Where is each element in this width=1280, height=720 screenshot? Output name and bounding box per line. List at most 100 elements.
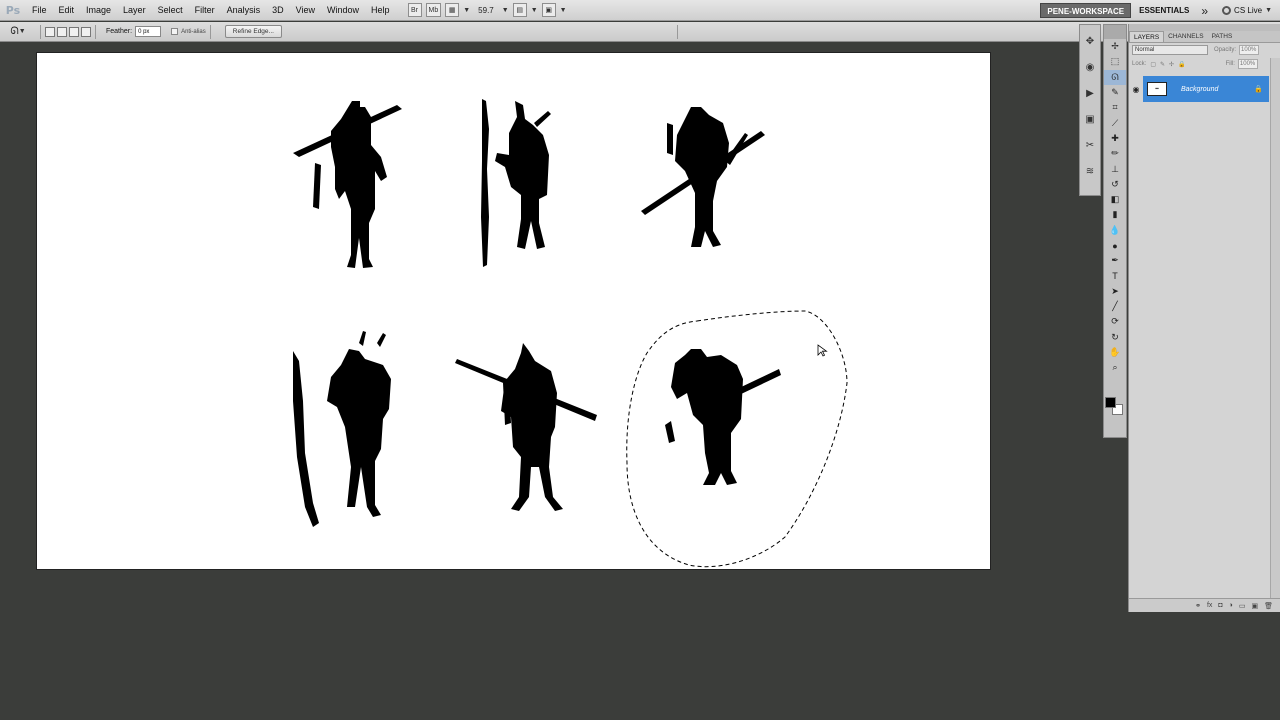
- canvas-artwork: [293, 99, 848, 568]
- menu-window[interactable]: Window: [321, 0, 365, 21]
- chevron-down-icon[interactable]: ▼: [531, 7, 538, 14]
- history-icon[interactable]: ▣: [1080, 109, 1100, 129]
- layers-panel-tabs: LAYERS CHANNELS PATHS: [1129, 31, 1280, 43]
- healing-brush-tool-icon[interactable]: ✚: [1104, 131, 1126, 146]
- lasso-tool-icon[interactable]: ᘏ: [1104, 69, 1126, 85]
- add-to-selection-icon[interactable]: [57, 26, 67, 37]
- move-tool-icon[interactable]: ✢: [1104, 39, 1126, 54]
- tools-panel-header[interactable]: [1104, 25, 1126, 39]
- path-selection-tool-icon[interactable]: ➤: [1104, 284, 1126, 299]
- feather-input[interactable]: 0 px: [135, 26, 162, 37]
- brushes-icon[interactable]: ✂: [1080, 135, 1100, 155]
- eye-icon[interactable]: ◉: [1129, 76, 1143, 102]
- layers-panel-footer: ⚭ fx ◘ ◑ ▭ ▣ 🗑: [1129, 598, 1280, 612]
- layers-panel-header[interactable]: [1129, 24, 1280, 31]
- more-workspaces-icon[interactable]: »: [1201, 4, 1208, 18]
- workspace-pene-button[interactable]: PENE-WORKSPACE: [1040, 3, 1132, 18]
- menu-image[interactable]: Image: [80, 0, 117, 21]
- hand-tool-icon[interactable]: ✋: [1104, 345, 1126, 360]
- layer-row-background[interactable]: ◉ ▪▪ Background 🔒: [1129, 76, 1269, 102]
- menu-view[interactable]: View: [290, 0, 321, 21]
- anti-alias-checkbox[interactable]: [171, 28, 179, 35]
- navigator-icon[interactable]: ◉: [1080, 57, 1100, 77]
- clone-stamp-tool-icon[interactable]: ⊥: [1104, 161, 1126, 176]
- document-canvas[interactable]: [36, 52, 991, 570]
- new-layer-icon[interactable]: ▣: [1251, 602, 1258, 610]
- refine-edge-button[interactable]: Refine Edge...: [224, 25, 282, 38]
- chevron-down-icon[interactable]: ▼: [502, 7, 509, 14]
- divider: [40, 24, 41, 39]
- chevron-down-icon[interactable]: ▼: [463, 7, 470, 14]
- quick-select-tool-icon[interactable]: ✎: [1104, 85, 1126, 100]
- view-extras-icon[interactable]: ▦: [445, 3, 460, 17]
- foreground-color-swatch[interactable]: [1105, 397, 1116, 408]
- gradient-tool-icon[interactable]: ▮: [1104, 207, 1126, 222]
- menu-edit[interactable]: Edit: [53, 0, 81, 21]
- link-layers-icon[interactable]: ⚭: [1195, 602, 1201, 610]
- history-brush-tool-icon[interactable]: ↺: [1104, 177, 1126, 192]
- trash-icon[interactable]: 🗑: [1264, 602, 1273, 610]
- subtract-from-selection-icon[interactable]: [69, 26, 79, 37]
- workspace-essentials-button[interactable]: ESSENTIALS: [1139, 6, 1189, 15]
- opacity-input[interactable]: 100%: [1239, 45, 1260, 55]
- new-group-icon[interactable]: ▭: [1239, 602, 1246, 610]
- line-tool-icon[interactable]: ╱: [1104, 299, 1126, 314]
- 3d-rotate-tool-icon[interactable]: ⟳: [1104, 314, 1126, 329]
- chevron-down-icon: ▼: [1265, 7, 1272, 14]
- eyedropper-tool-icon[interactable]: ⟋: [1104, 115, 1126, 130]
- new-selection-icon[interactable]: [45, 26, 55, 37]
- lock-row: Lock: ▢ ✎ ✢ 🔒 Fill: 100%: [1129, 57, 1280, 71]
- actions-icon[interactable]: ▶: [1080, 83, 1100, 103]
- lock-position-icon[interactable]: ✢: [1169, 61, 1174, 68]
- tool-preset-picker[interactable]: ᘏ ▼: [0, 26, 36, 37]
- menu-select[interactable]: Select: [152, 0, 189, 21]
- intersect-selection-icon[interactable]: [81, 26, 91, 37]
- type-tool-icon[interactable]: T: [1104, 268, 1126, 283]
- eraser-tool-icon[interactable]: ◧: [1104, 192, 1126, 207]
- tools-panel: ✢ ⬚ ᘏ ✎ ⌗ ⟋ ✚ ✏ ⊥ ↺ ◧ ▮ 💧 ● ✒ T ➤ ╱ ⟳ ↻ …: [1103, 24, 1127, 438]
- divider: [677, 25, 678, 39]
- divider: [209, 24, 211, 39]
- layer-style-icon[interactable]: fx: [1207, 602, 1212, 609]
- crop-tool-icon[interactable]: ⌗: [1104, 100, 1126, 115]
- adjustment-layer-icon[interactable]: ◑: [1229, 602, 1233, 609]
- application-bar-tools: Br Mb ▦ ▼ 59.7 ▼ ▤ ▼ ▣ ▼: [407, 3, 567, 17]
- lock-all-icon[interactable]: 🔒: [1178, 61, 1185, 68]
- tool-presets-icon[interactable]: ✥: [1080, 31, 1100, 51]
- tab-channels[interactable]: CHANNELS: [1164, 31, 1207, 42]
- divider: [95, 24, 96, 39]
- tab-layers[interactable]: LAYERS: [1129, 31, 1165, 42]
- layers-scrollbar[interactable]: [1270, 58, 1280, 598]
- brush-tool-icon[interactable]: ✏: [1104, 146, 1126, 161]
- menu-help[interactable]: Help: [365, 0, 396, 21]
- launch-bridge-button[interactable]: Br: [407, 3, 422, 17]
- launch-mini-bridge-button[interactable]: Mb: [425, 3, 442, 17]
- tab-paths[interactable]: PATHS: [1208, 31, 1237, 42]
- 3d-orbit-tool-icon[interactable]: ↻: [1104, 330, 1126, 345]
- clone-source-icon[interactable]: ≋: [1080, 161, 1100, 181]
- menu-analysis[interactable]: Analysis: [221, 0, 267, 21]
- lasso-icon: ᘏ: [10, 26, 19, 37]
- blur-tool-icon[interactable]: 💧: [1104, 223, 1126, 238]
- cs-live-button[interactable]: CS Live ▼: [1222, 6, 1272, 15]
- zoom-tool-icon[interactable]: ⌕: [1104, 360, 1126, 375]
- marquee-tool-icon[interactable]: ⬚: [1104, 54, 1126, 69]
- silhouette-5: [455, 343, 597, 511]
- lock-transparency-icon[interactable]: ▢: [1150, 61, 1156, 68]
- add-mask-icon[interactable]: ◘: [1218, 602, 1222, 609]
- lock-label: Lock:: [1132, 61, 1147, 67]
- menu-3d[interactable]: 3D: [266, 0, 290, 21]
- pen-tool-icon[interactable]: ✒: [1104, 253, 1126, 268]
- fill-input[interactable]: 100%: [1237, 59, 1258, 69]
- fill-label: Fill:: [1225, 61, 1235, 67]
- menu-layer[interactable]: Layer: [117, 0, 152, 21]
- menu-file[interactable]: File: [26, 0, 53, 21]
- chevron-down-icon[interactable]: ▼: [560, 7, 567, 14]
- zoom-level[interactable]: 59.7: [474, 6, 498, 15]
- menu-filter[interactable]: Filter: [189, 0, 221, 21]
- dodge-tool-icon[interactable]: ●: [1104, 238, 1126, 253]
- blend-mode-select[interactable]: Normal: [1132, 45, 1208, 55]
- arrange-documents-icon[interactable]: ▤: [512, 3, 527, 17]
- screen-mode-icon[interactable]: ▣: [541, 3, 556, 17]
- lock-pixels-icon[interactable]: ✎: [1160, 61, 1165, 68]
